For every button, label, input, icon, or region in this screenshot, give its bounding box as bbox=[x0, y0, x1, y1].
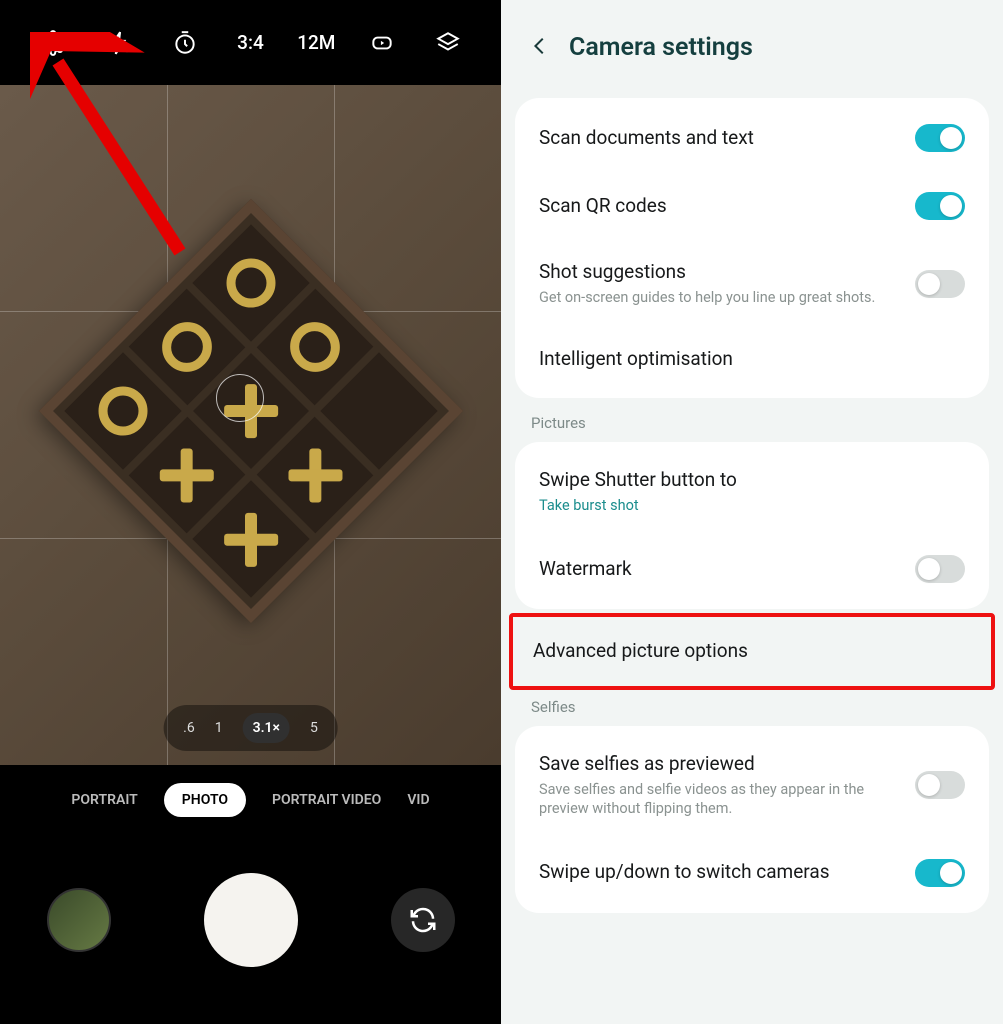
zoom-selector[interactable]: .6 1 3.1× 5 bbox=[163, 705, 338, 751]
aspect-ratio-button[interactable]: 3:4 bbox=[226, 19, 274, 67]
section-label-selfies: Selfies bbox=[501, 688, 1003, 720]
highlight-advanced-picture: Advanced picture options bbox=[509, 613, 995, 690]
camera-viewfinder[interactable]: .6 1 3.1× 5 bbox=[0, 85, 501, 765]
zoom-level[interactable]: 1 bbox=[215, 720, 223, 736]
settings-header: Camera settings bbox=[501, 0, 1003, 92]
mode-portrait[interactable]: PORTRAIT bbox=[71, 792, 137, 808]
camera-mode-selector[interactable]: PORTRAIT PHOTO PORTRAIT VIDEO VID bbox=[0, 765, 501, 835]
row-intelligent-optimisation[interactable]: Intelligent optimisation bbox=[515, 327, 989, 392]
row-watermark[interactable]: Watermark bbox=[515, 535, 989, 603]
camera-settings-screen: Camera settings Scan documents and text … bbox=[501, 0, 1003, 1024]
row-title: Scan QR codes bbox=[539, 194, 901, 219]
row-title: Swipe Shutter button to bbox=[539, 468, 965, 493]
row-swipe-shutter[interactable]: Swipe Shutter button to Take burst shot bbox=[515, 448, 989, 535]
camera-app: 3:4 12M .6 1 3.1× 5 PORTRAIT PHOTO PORTR… bbox=[0, 0, 501, 1024]
row-shot-suggestions[interactable]: Shot suggestions Get on-screen guides to… bbox=[515, 240, 989, 327]
row-subtitle: Take burst shot bbox=[539, 496, 965, 516]
row-scan-documents[interactable]: Scan documents and text bbox=[515, 104, 989, 172]
focus-indicator bbox=[216, 374, 264, 422]
toggle-shot-suggestions[interactable] bbox=[915, 270, 965, 298]
row-subtitle: Get on-screen guides to help you line up… bbox=[539, 288, 901, 308]
mode-photo[interactable]: PHOTO bbox=[164, 783, 246, 817]
section-label-pictures: Pictures bbox=[501, 404, 1003, 436]
gallery-thumbnail[interactable] bbox=[47, 888, 111, 952]
resolution-button[interactable]: 12M bbox=[292, 19, 340, 67]
row-title: Intelligent optimisation bbox=[539, 347, 965, 372]
toggle-scan-qr[interactable] bbox=[915, 192, 965, 220]
settings-group-selfies: Save selfies as previewed Save selfies a… bbox=[515, 726, 989, 913]
row-title: Watermark bbox=[539, 557, 901, 582]
mode-video-partial[interactable]: VID bbox=[407, 792, 429, 808]
shutter-button[interactable] bbox=[204, 873, 298, 967]
row-title: Save selfies as previewed bbox=[539, 752, 901, 777]
flash-icon[interactable] bbox=[95, 19, 143, 67]
filters-icon[interactable] bbox=[424, 19, 472, 67]
row-title: Advanced picture options bbox=[533, 639, 971, 664]
row-subtitle: Save selfies and selfie videos as they a… bbox=[539, 780, 901, 819]
row-save-selfies[interactable]: Save selfies as previewed Save selfies a… bbox=[515, 732, 989, 839]
row-advanced-picture-options[interactable]: Advanced picture options bbox=[513, 617, 991, 686]
settings-group-general: Scan documents and text Scan QR codes Sh… bbox=[515, 98, 989, 398]
back-button[interactable] bbox=[529, 35, 551, 61]
zoom-level[interactable]: 5 bbox=[310, 720, 318, 736]
page-title: Camera settings bbox=[569, 33, 753, 62]
toggle-save-selfies[interactable] bbox=[915, 771, 965, 799]
row-title: Shot suggestions bbox=[539, 260, 901, 285]
row-scan-qr[interactable]: Scan QR codes bbox=[515, 172, 989, 240]
row-swipe-switch-cameras[interactable]: Swipe up/down to switch cameras bbox=[515, 839, 989, 907]
switch-camera-icon bbox=[408, 905, 438, 935]
chevron-left-icon bbox=[529, 35, 551, 57]
motion-photo-icon[interactable] bbox=[358, 19, 406, 67]
zoom-level[interactable]: .6 bbox=[183, 720, 195, 736]
row-title: Scan documents and text bbox=[539, 126, 901, 151]
switch-camera-button[interactable] bbox=[391, 888, 455, 952]
camera-top-toolbar: 3:4 12M bbox=[0, 0, 501, 85]
settings-group-pictures: Swipe Shutter button to Take burst shot … bbox=[515, 442, 989, 609]
toggle-swipe-switch[interactable] bbox=[915, 859, 965, 887]
timer-icon[interactable] bbox=[161, 19, 209, 67]
toggle-scan-documents[interactable] bbox=[915, 124, 965, 152]
toggle-watermark[interactable] bbox=[915, 555, 965, 583]
row-title: Swipe up/down to switch cameras bbox=[539, 860, 901, 885]
gear-icon[interactable] bbox=[29, 19, 77, 67]
zoom-level-active[interactable]: 3.1× bbox=[243, 713, 290, 743]
shutter-row bbox=[0, 835, 501, 1005]
mode-portrait-video[interactable]: PORTRAIT VIDEO bbox=[272, 792, 381, 808]
